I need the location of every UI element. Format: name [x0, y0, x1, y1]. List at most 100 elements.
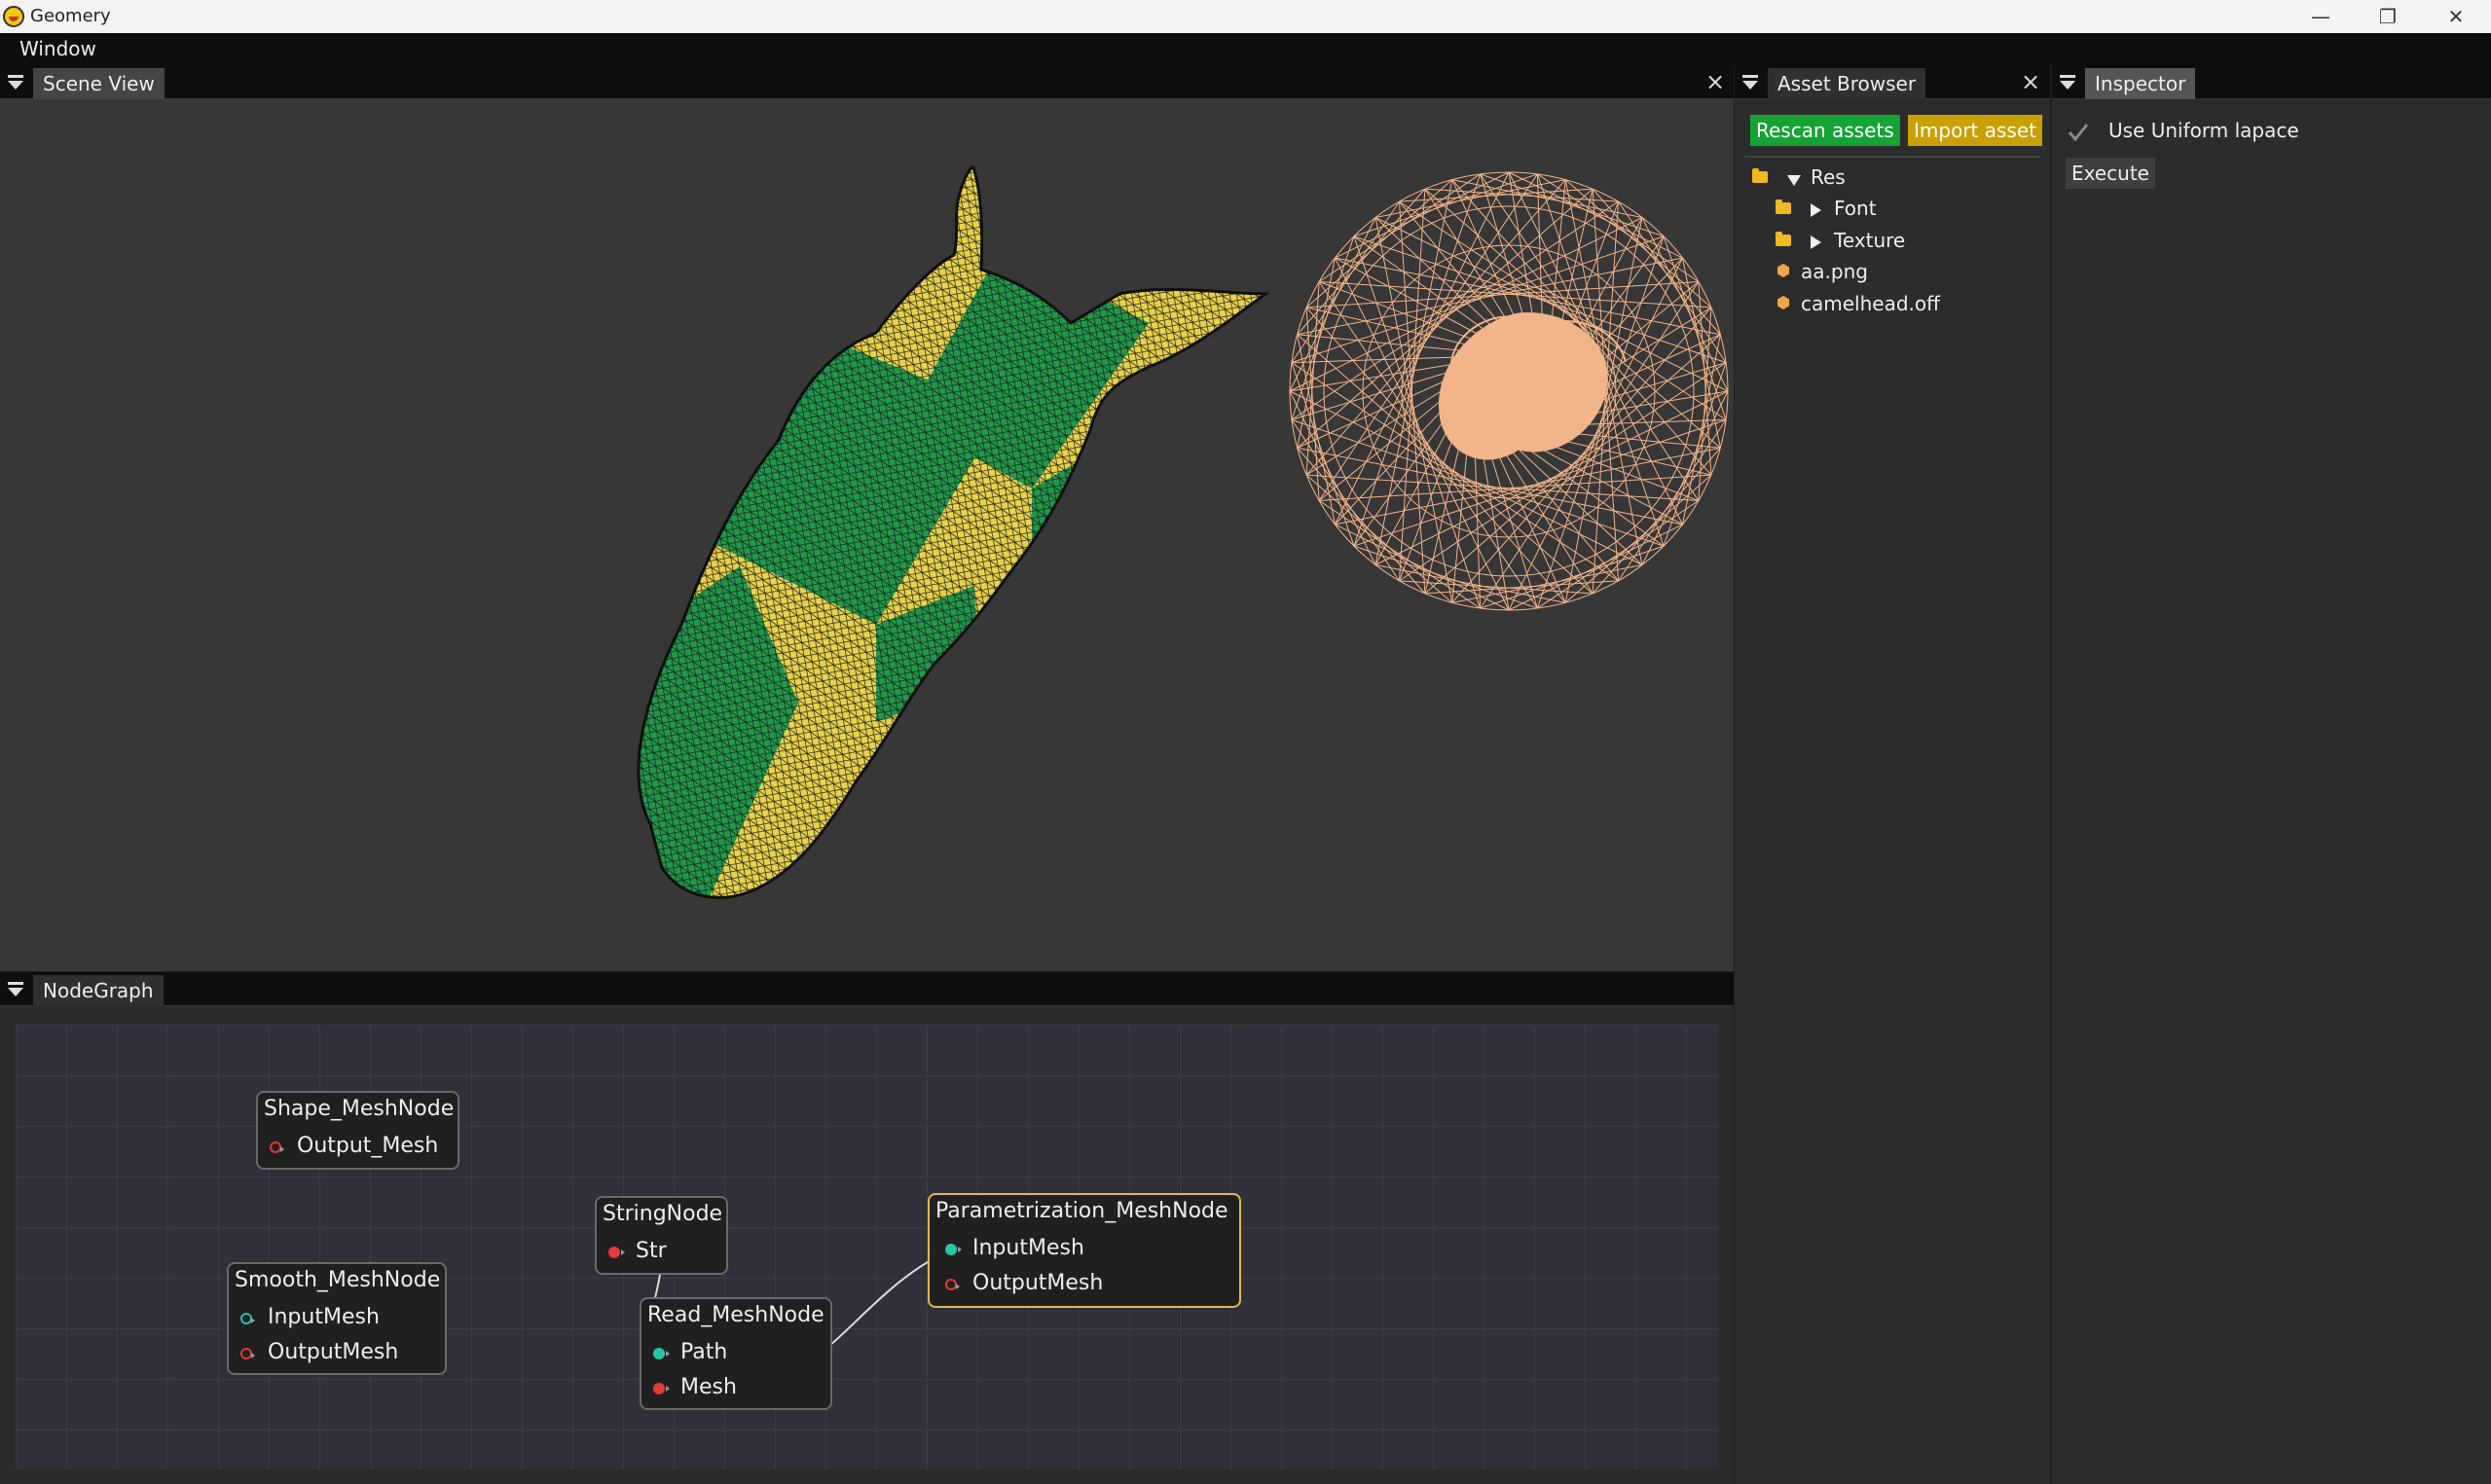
param-edge [1537, 500, 1700, 609]
input-pin-icon[interactable] [653, 1348, 670, 1359]
param-edge [1618, 200, 1727, 363]
tree-item-res[interactable]: Res [1752, 165, 2025, 193]
tab-menu-icon[interactable] [8, 982, 25, 997]
checkmark-icon[interactable] [2066, 120, 2091, 145]
port-input-mesh[interactable]: InputMesh [945, 1236, 1227, 1263]
param-edge [1353, 545, 1538, 609]
close-asset-browser-icon[interactable]: × [2019, 70, 2042, 94]
folder-icon [1776, 199, 1791, 214]
folder-icon [1752, 168, 1768, 183]
output-pin-icon[interactable] [608, 1247, 625, 1258]
node-title: Parametrization_MeshNode [935, 1199, 1228, 1223]
node-parametrization-meshnode[interactable]: Parametrization_MeshNode InputMesh Outpu… [928, 1193, 1241, 1308]
folder-icon [1776, 232, 1791, 246]
param-edge [1480, 173, 1665, 237]
scene-view-panel: Scene View × [0, 65, 1734, 971]
output-pin-icon[interactable] [240, 1348, 255, 1359]
port-str[interactable]: Str [608, 1239, 715, 1266]
param-edge [1297, 257, 1683, 336]
inspector-panel: Inspector Use Uniform lapace Execute [2052, 65, 2491, 1484]
port-input-mesh[interactable]: InputMesh [240, 1305, 435, 1332]
tab-inspector[interactable]: Inspector [2085, 68, 2196, 99]
asset-browser-panel: Asset Browser × Rescan assets Import ass… [1735, 65, 2050, 1484]
scene-view-tabbar: Scene View × [0, 65, 1734, 99]
import-asset-button[interactable]: Import asset [1908, 115, 2042, 146]
port-output-mesh[interactable]: Output_Mesh [270, 1134, 455, 1161]
param-edge [1374, 179, 1453, 565]
expanded-arrow-icon[interactable] [1787, 175, 1801, 186]
node-title: StringNode [603, 1202, 723, 1226]
window-title: Geomery [30, 6, 111, 26]
tree-item-font[interactable]: Font [1776, 197, 2019, 224]
close-scene-view-icon[interactable]: × [1703, 70, 1727, 94]
port-label: Path [680, 1340, 728, 1364]
window-titlebar: Geomery — ❐ ✕ [0, 0, 2491, 33]
rescan-assets-button[interactable]: Rescan assets [1750, 115, 1900, 146]
execute-button[interactable]: Execute [2066, 158, 2155, 189]
port-label: OutputMesh [268, 1340, 399, 1364]
scene-viewport[interactable] [0, 99, 1734, 971]
camel-head-mesh [638, 166, 1265, 898]
node-smooth-meshnode[interactable]: Smooth_MeshNode InputMesh OutputMesh [227, 1262, 447, 1375]
tree-item-label: camelhead.off [1801, 292, 1940, 315]
node-stringnode[interactable]: StringNode Str [595, 1196, 728, 1275]
divider [1744, 156, 2040, 158]
node-graph-tabbar: NodeGraph [0, 972, 1734, 1006]
inspector-tabbar: Inspector [2052, 65, 2491, 99]
file-icon [1777, 264, 1789, 277]
tab-node-graph[interactable]: NodeGraph [33, 975, 164, 1006]
param-edge [1291, 419, 1400, 582]
port-mesh[interactable]: Mesh [653, 1375, 819, 1402]
port-path[interactable]: Path [653, 1340, 819, 1367]
port-label: InputMesh [268, 1305, 380, 1329]
param-edge [1663, 235, 1727, 420]
port-output-mesh[interactable]: OutputMesh [240, 1340, 435, 1367]
input-pin-icon[interactable] [240, 1313, 255, 1324]
param-edge [1318, 173, 1481, 282]
tree-item-aa-png[interactable]: aa.png [1776, 260, 2019, 287]
collapsed-arrow-icon[interactable] [1811, 235, 1821, 249]
tab-menu-icon[interactable] [1742, 75, 1760, 90]
tree-item-texture[interactable]: Texture [1776, 229, 2019, 256]
node-title: Smooth_MeshNode [235, 1268, 441, 1292]
file-icon [1777, 296, 1789, 309]
node-title: Shape_MeshNode [264, 1097, 455, 1121]
port-label: Output_Mesh [297, 1134, 439, 1158]
param-edge [1537, 173, 1700, 282]
menubar: Window [0, 33, 2491, 65]
param-edge [1480, 545, 1665, 609]
port-label: OutputMesh [972, 1271, 1104, 1295]
collapsed-arrow-icon[interactable] [1811, 203, 1821, 217]
tree-item-label: aa.png [1801, 260, 1868, 283]
minimize-icon[interactable]: — [2287, 0, 2355, 33]
output-pin-icon[interactable] [653, 1383, 670, 1394]
param-edge [1318, 500, 1481, 609]
tree-item-label: Texture [1834, 229, 1906, 252]
tab-menu-icon[interactable] [8, 75, 25, 90]
asset-browser-tabbar: Asset Browser × [1735, 65, 2050, 99]
restore-icon[interactable]: ❐ [2354, 0, 2422, 33]
tab-scene-view[interactable]: Scene View [33, 68, 165, 99]
node-read-meshnode[interactable]: Read_MeshNode Path Mesh [640, 1297, 832, 1410]
menu-window[interactable]: Window [19, 37, 96, 60]
output-pin-icon[interactable] [945, 1279, 960, 1290]
port-output-mesh[interactable]: OutputMesh [945, 1271, 1227, 1298]
port-label: Str [636, 1239, 667, 1263]
close-window-icon[interactable]: ✕ [2422, 0, 2490, 33]
uniform-laplace-label: Use Uniform lapace [2108, 119, 2299, 142]
param-edge [1353, 173, 1538, 237]
tree-item-label: Res [1811, 165, 1846, 189]
output-pin-icon[interactable] [270, 1141, 284, 1153]
param-edge [1663, 362, 1727, 547]
node-shape-meshnode[interactable]: Shape_MeshNode Output_Mesh [256, 1091, 459, 1170]
port-label: Mesh [680, 1375, 737, 1399]
param-edge [1291, 200, 1400, 363]
tab-asset-browser[interactable]: Asset Browser [1768, 68, 1926, 99]
tree-item-camelhead-off[interactable]: camelhead.off [1776, 292, 2019, 319]
tab-menu-icon[interactable] [2060, 75, 2077, 90]
param-edge [1618, 419, 1727, 582]
input-pin-icon[interactable] [945, 1244, 962, 1255]
parametrization-disk [1289, 171, 1729, 611]
node-title: Read_MeshNode [647, 1303, 824, 1327]
app-icon [3, 6, 24, 27]
